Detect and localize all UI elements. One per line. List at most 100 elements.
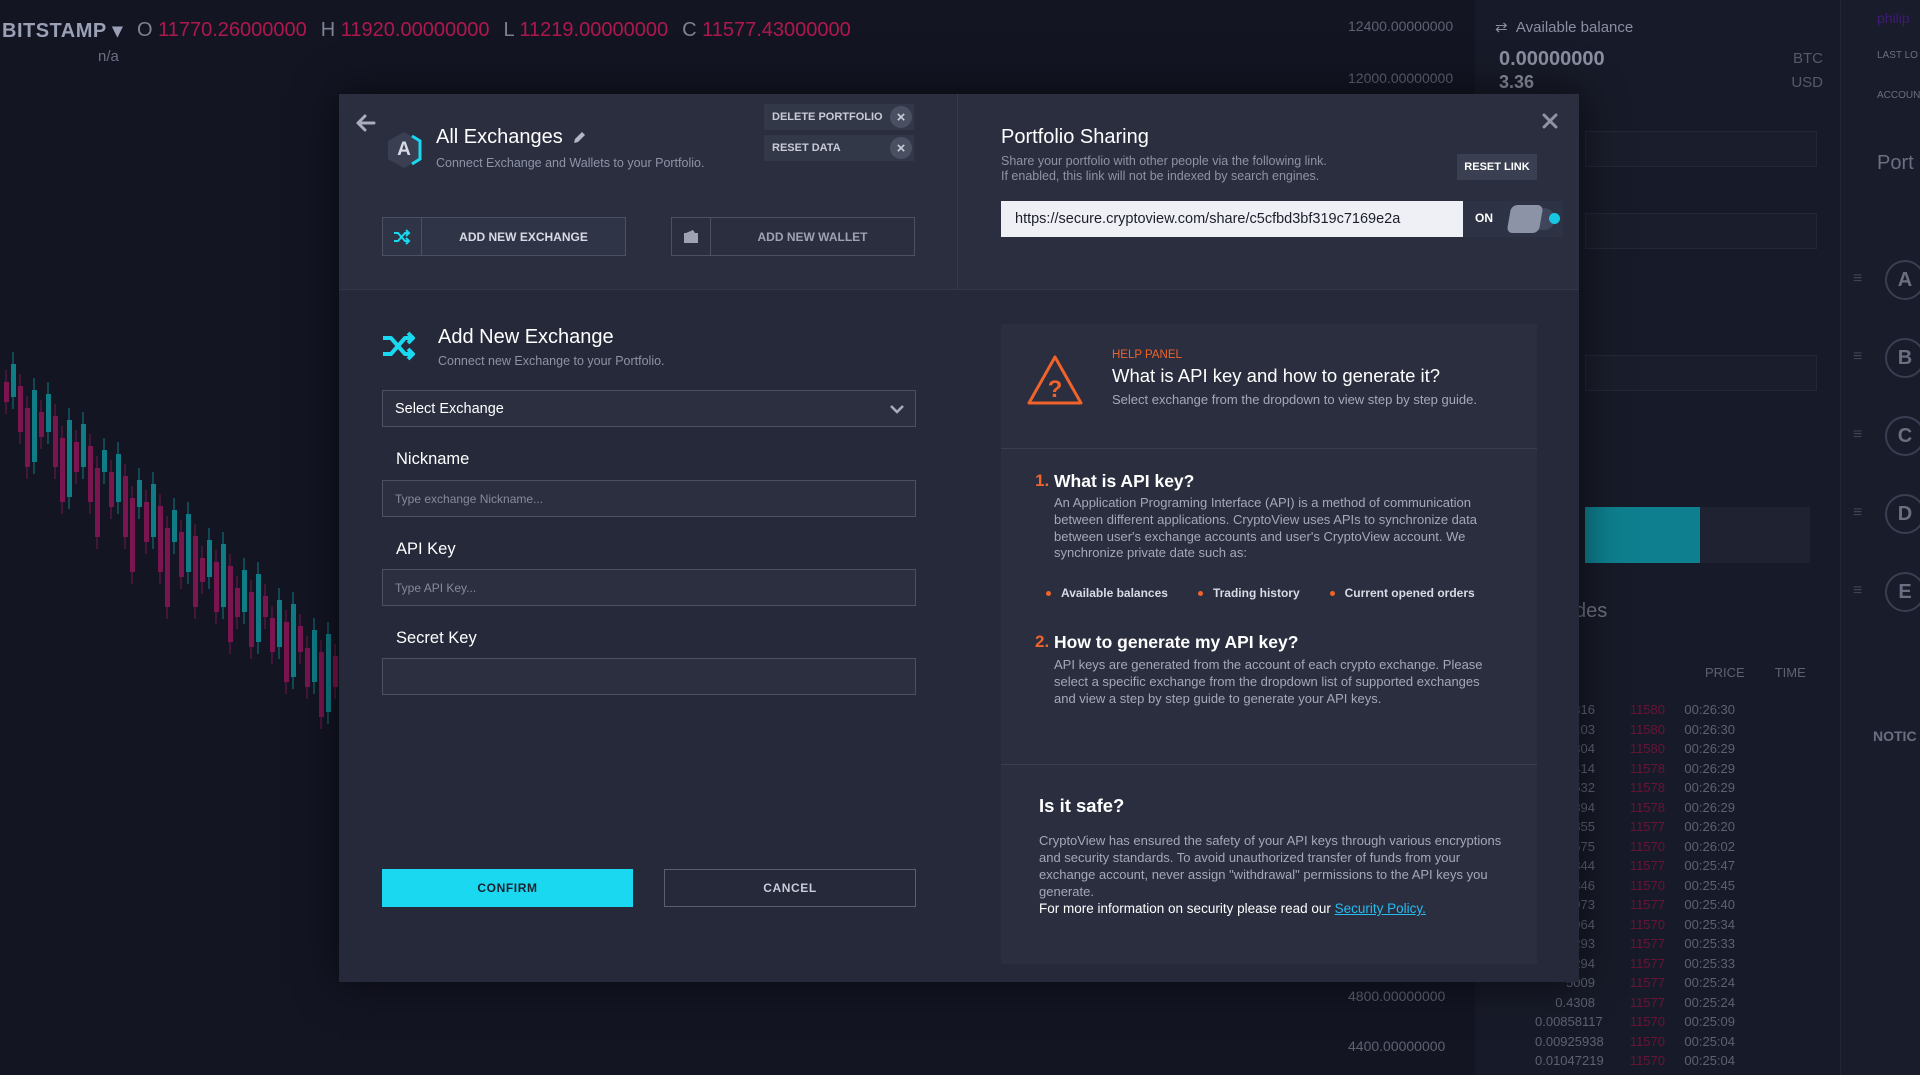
candle-body: [116, 454, 121, 502]
portfolio-avatar[interactable]: B: [1885, 338, 1920, 378]
toggle-on-indicator: [1549, 213, 1560, 224]
chart-ohlc-bar: BITSTAMP ▾ O 11770.26000000 H 11920.0000…: [0, 0, 1342, 60]
trade-time: 00:26:02: [1684, 838, 1735, 854]
candle-body: [291, 604, 296, 677]
portfolio-avatar[interactable]: C: [1885, 416, 1920, 456]
header-divider: [957, 94, 958, 289]
candle-body: [214, 562, 219, 612]
trade-time: 00:25:09: [1684, 1014, 1735, 1029]
toggle-knob[interactable]: [1506, 205, 1544, 233]
avatar-letter: A: [397, 139, 411, 160]
sharing-toggle[interactable]: ON: [1463, 201, 1563, 237]
drag-handle-icon[interactable]: ≡: [1853, 504, 1862, 522]
candle-body: [235, 588, 240, 617]
candle-body: [221, 544, 226, 607]
drag-handle-icon[interactable]: ≡: [1853, 426, 1862, 444]
divider: [1001, 764, 1537, 765]
buy-button[interactable]: [1585, 507, 1700, 563]
cancel-button[interactable]: CANCEL: [664, 869, 916, 907]
drag-handle-icon[interactable]: ≡: [1853, 582, 1862, 600]
safety-body: CryptoView has ensured the safety of you…: [1039, 833, 1502, 899]
username[interactable]: philip: [1877, 10, 1910, 26]
trade-time: 00:25:45: [1684, 877, 1735, 893]
safety-title: Is it safe?: [1039, 795, 1125, 816]
wallet-icon: [672, 218, 711, 255]
delete-portfolio-button[interactable]: DELETE PORTFOLIO ×: [764, 104, 914, 130]
tab-add-wallet[interactable]: ADD NEW WALLET: [671, 217, 915, 256]
pencil-edit-icon[interactable]: [571, 130, 587, 146]
balance-usd: 3.36: [1499, 72, 1535, 92]
candle-body: [305, 648, 310, 687]
tab-add-wallet-label: ADD NEW WALLET: [757, 229, 868, 244]
list-item: Trading history: [1197, 586, 1300, 600]
table-row: 0.00925938 11570 00:25:04: [1535, 1032, 1735, 1052]
help-subtitle: Select exchange from the dropdown to vie…: [1112, 392, 1477, 407]
trade-time: 00:25:40: [1684, 897, 1735, 912]
candle-body: [193, 536, 198, 607]
reset-data-label: RESET DATA: [772, 142, 841, 154]
close-icon[interactable]: [1539, 110, 1561, 132]
close-icon[interactable]: ×: [890, 137, 912, 159]
scale-label: 4800.00000000: [1348, 988, 1446, 1004]
candle-body: [137, 480, 142, 507]
security-policy-link[interactable]: Security Policy.: [1335, 901, 1426, 916]
tab-add-exchange[interactable]: ADD NEW EXCHANGE: [382, 217, 626, 256]
question-body: An Application Programing Interface (API…: [1054, 495, 1477, 561]
portfolio-title: All Exchanges: [436, 126, 587, 149]
trade-time: 00:26:29: [1684, 760, 1735, 776]
exchange-select-value: Select Exchange: [395, 400, 504, 417]
amount-input[interactable]: [1585, 213, 1817, 249]
back-arrow-icon[interactable]: [355, 112, 377, 134]
trade-price: 11570: [1629, 838, 1665, 854]
candle-body: [200, 558, 205, 582]
trades-columns: PRICE TIME: [1705, 665, 1806, 680]
portfolios-title: Port: [1877, 152, 1914, 174]
portfolio-avatar[interactable]: D: [1885, 494, 1920, 534]
question-title: How to generate my API key?: [1054, 632, 1299, 652]
candle-body: [88, 446, 93, 502]
safety-more-text: For more information on security please …: [1039, 901, 1331, 916]
drag-handle-icon[interactable]: ≡: [1853, 348, 1862, 366]
portfolio-avatar[interactable]: E: [1885, 572, 1920, 612]
sharing-desc-line: Share your portfolio with other people v…: [1001, 154, 1327, 168]
account-sidebar: philip LAST LO ACCOUN Port A B C D E ≡ ≡…: [1840, 0, 1920, 1075]
exchange-select[interactable]: Select Exchange: [382, 390, 916, 427]
candle-body: [32, 390, 37, 462]
candle-body: [74, 442, 79, 472]
nickname-input[interactable]: [382, 480, 916, 517]
candle-body: [39, 412, 44, 437]
share-url-field[interactable]: https://secure.cryptoview.com/share/c5cf…: [1001, 201, 1463, 237]
sharing-title: Portfolio Sharing: [1001, 126, 1149, 148]
chevron-down-icon: [890, 405, 904, 414]
portfolio-avatar: A: [384, 129, 424, 171]
total-input[interactable]: [1585, 355, 1817, 391]
trade-price: 11578: [1629, 760, 1665, 776]
drag-handle-icon[interactable]: ≡: [1853, 270, 1862, 288]
candle-body: [123, 476, 128, 537]
candle-body: [333, 656, 338, 687]
reset-data-button[interactable]: RESET DATA ×: [764, 135, 914, 161]
confirm-button[interactable]: CONFIRM: [382, 869, 633, 907]
reset-link-button[interactable]: RESET LINK: [1457, 154, 1537, 180]
candle-body: [319, 652, 324, 717]
close-icon[interactable]: ×: [890, 106, 912, 128]
trade-time: 00:25:33: [1684, 936, 1735, 951]
available-balance-label: ⇄ Available balance: [1495, 19, 1634, 36]
candle-body: [11, 364, 16, 397]
table-row: 0.00858117 11570 00:25:09: [1535, 1012, 1735, 1032]
trade-time: 00:26:30: [1684, 702, 1735, 717]
trade-time: 00:26:29: [1684, 780, 1735, 795]
portfolio-avatar[interactable]: A: [1885, 260, 1920, 300]
candle-body: [95, 468, 100, 537]
help-title: What is API key and how to generate it?: [1112, 365, 1441, 386]
trade-price: 11577: [1629, 975, 1665, 990]
ohlc-close: C 11577.43000000: [682, 18, 851, 41]
question-title: What is API key?: [1054, 471, 1195, 491]
api-key-input[interactable]: [382, 569, 916, 606]
trades-title: des: [1575, 600, 1608, 622]
price-input[interactable]: [1585, 131, 1817, 167]
account-label[interactable]: ACCOUN: [1877, 90, 1920, 101]
symbol-selector[interactable]: BITSTAMP ▾: [2, 18, 123, 43]
add-exchange-modal: A All Exchanges Connect Exchange and Wal…: [339, 94, 1579, 982]
secret-key-input[interactable]: [382, 658, 916, 695]
